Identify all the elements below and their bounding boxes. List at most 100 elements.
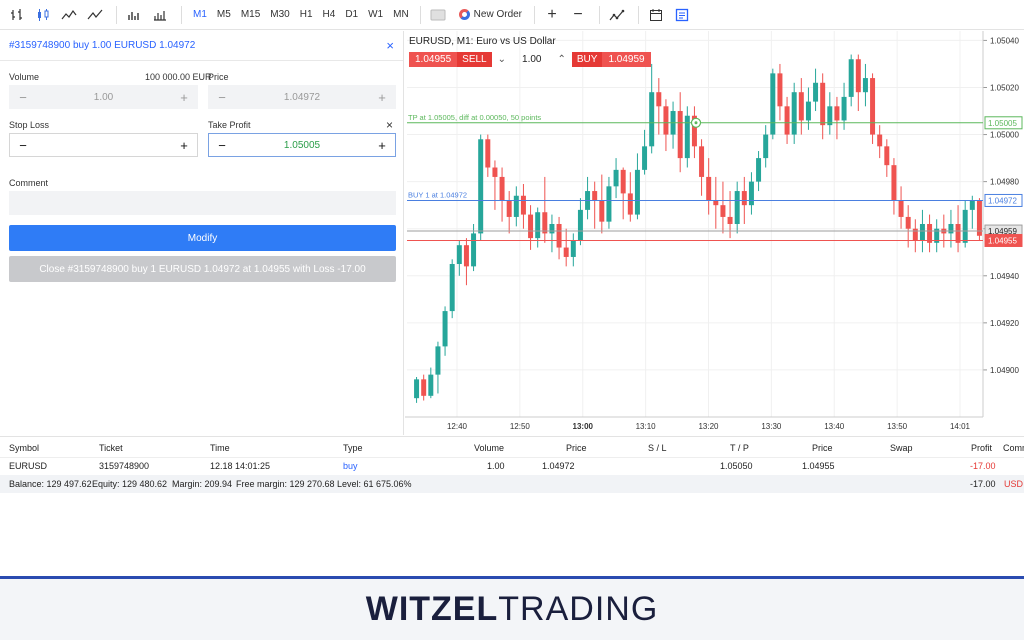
candle-body xyxy=(414,379,420,399)
timeframe-mn[interactable]: MN xyxy=(388,4,414,26)
candle-body xyxy=(506,200,512,217)
volume-decrease-button[interactable]: − xyxy=(17,90,29,105)
new-order-button[interactable]: New Order xyxy=(453,9,528,20)
candle-body xyxy=(969,200,975,210)
stop-loss-increase-button[interactable]: + xyxy=(178,138,190,153)
cell-open-price: 1.04972 xyxy=(542,461,575,471)
col-volume[interactable]: Volume xyxy=(474,443,504,453)
witzel-trading-logo: WITZELTRADING xyxy=(366,590,659,629)
col-type[interactable]: Type xyxy=(343,443,363,453)
timeframe-m15[interactable]: M15 xyxy=(236,4,265,26)
col-time[interactable]: Time xyxy=(210,443,230,453)
stop-loss-decrease-button[interactable]: − xyxy=(17,138,29,153)
chart-title: EURUSD, M1: Euro vs US Dollar xyxy=(409,36,556,47)
lot-value[interactable]: 1.00 xyxy=(512,54,551,65)
tp-drag-handle-dot xyxy=(694,121,698,125)
price-stepper[interactable]: − 1.04972 + xyxy=(208,85,396,109)
candlestick-icon[interactable] xyxy=(32,4,54,26)
table-row[interactable]: EURUSD 3159748900 12.18 14:01:25 buy 1.0… xyxy=(0,457,1024,475)
col-current-price[interactable]: Price xyxy=(812,443,833,453)
cell-symbol: EURUSD xyxy=(9,461,48,471)
cell-type: buy xyxy=(343,461,358,471)
envelope-icon[interactable] xyxy=(427,4,449,26)
price-label: Price xyxy=(208,72,229,82)
calendar-icon[interactable] xyxy=(645,4,667,26)
candle-body xyxy=(805,101,811,121)
take-profit-stepper[interactable]: − 1.05005 + xyxy=(208,133,396,157)
candle-body xyxy=(421,379,427,396)
line-chart-icon[interactable] xyxy=(84,4,106,26)
lot-increase-icon[interactable]: ⌃ xyxy=(551,54,571,65)
timeframe-h4[interactable]: H4 xyxy=(318,4,341,26)
timeframe-w1[interactable]: W1 xyxy=(363,4,388,26)
y-tick-label: 1.04940 xyxy=(990,272,1019,281)
y-tick-label: 1.04980 xyxy=(990,178,1019,187)
candle-body xyxy=(813,82,819,102)
trade-panel-icon[interactable] xyxy=(671,4,693,26)
indicators-icon[interactable] xyxy=(149,4,171,26)
candle-body xyxy=(613,169,619,187)
col-price[interactable]: Price xyxy=(566,443,587,453)
candle-body xyxy=(763,134,769,159)
logo-thin-text: TRADING xyxy=(498,590,659,628)
price-decrease-button[interactable]: − xyxy=(216,90,228,105)
buy-button[interactable]: BUY xyxy=(571,52,603,67)
brand-footer: WITZELTRADING xyxy=(0,576,1024,640)
timeframe-d1[interactable]: D1 xyxy=(340,4,363,26)
col-swap[interactable]: Swap xyxy=(890,443,913,453)
candle-body xyxy=(706,176,712,201)
volume-increase-button[interactable]: + xyxy=(178,90,190,105)
timeframe-m30[interactable]: M30 xyxy=(265,4,294,26)
timeframe-m1[interactable]: M1 xyxy=(188,4,212,26)
volume-bars-icon[interactable] xyxy=(123,4,145,26)
col-ticket[interactable]: Ticket xyxy=(99,443,123,453)
volume-stepper[interactable]: − 1.00 + xyxy=(9,85,198,109)
candle-body xyxy=(606,186,612,222)
bar-chart-icon[interactable] xyxy=(6,4,28,26)
stop-loss-label: Stop Loss xyxy=(9,120,50,130)
sell-button[interactable]: SELL xyxy=(457,52,492,67)
y-tick-label: 1.05020 xyxy=(990,83,1019,92)
price-chart[interactable]: 12:40 12:50 13:00 13:10 13:20 13:30 13:40 13:50… xyxy=(405,31,1024,435)
col-sl[interactable]: S / L xyxy=(648,443,667,453)
buy-price[interactable]: 1.04959 xyxy=(602,52,651,67)
take-profit-decrease-button[interactable]: − xyxy=(216,138,228,153)
sell-price[interactable]: 1.04955 xyxy=(409,52,458,67)
x-tick-label: 13:10 xyxy=(636,422,657,431)
candle-body xyxy=(563,247,569,257)
modify-button[interactable]: Modify xyxy=(9,225,396,251)
candle-body xyxy=(428,374,434,396)
trend-tools-icon[interactable] xyxy=(606,4,628,26)
zoom-out-button[interactable]: − xyxy=(567,4,589,26)
area-chart-icon[interactable] xyxy=(58,4,80,26)
stop-loss-stepper[interactable]: − + xyxy=(9,133,198,157)
candle-body xyxy=(777,73,783,107)
x-tick-label: 14:01 xyxy=(950,422,971,431)
cell-profit: -17.00 xyxy=(970,461,996,471)
take-profit-clear-icon[interactable]: × xyxy=(386,118,393,132)
zoom-in-button[interactable]: + xyxy=(541,4,563,26)
candle-body xyxy=(699,146,705,177)
top-toolbar: M1 M5 M15 M30 H1 H4 D1 W1 MN New Order +… xyxy=(0,0,1024,30)
price-increase-button[interactable]: + xyxy=(376,90,388,105)
close-icon[interactable]: × xyxy=(386,38,394,53)
col-symbol[interactable]: Symbol xyxy=(9,443,39,453)
volume-value: 1.00 xyxy=(93,91,114,103)
lot-decrease-icon[interactable]: ⌄ xyxy=(492,54,512,65)
x-tick-label: 12:40 xyxy=(447,422,468,431)
order-panel: #3159748900 buy 1.00 EURUSD 1.04972 × Vo… xyxy=(0,31,404,435)
col-tp[interactable]: T / P xyxy=(730,443,749,453)
candle-body xyxy=(471,233,477,267)
chart-canvas[interactable]: 12:40 12:50 13:00 13:10 13:20 13:30 13:40 13:50… xyxy=(405,31,1024,435)
timeframe-m5[interactable]: M5 xyxy=(212,4,236,26)
candle-body xyxy=(948,224,954,234)
col-profit[interactable]: Profit xyxy=(971,443,992,453)
col-comment[interactable]: Comm xyxy=(1003,443,1024,453)
take-profit-increase-button[interactable]: + xyxy=(376,138,388,153)
close-position-button[interactable]: Close #3159748900 buy 1 EURUSD 1.04972 a… xyxy=(9,256,396,282)
candle-body xyxy=(556,224,562,248)
timeframe-h1[interactable]: H1 xyxy=(295,4,318,26)
free-margin-text: Free margin: 129 270.68 xyxy=(236,479,335,489)
comment-input[interactable] xyxy=(9,191,396,215)
margin-text: Margin: 209.94 xyxy=(172,479,233,489)
